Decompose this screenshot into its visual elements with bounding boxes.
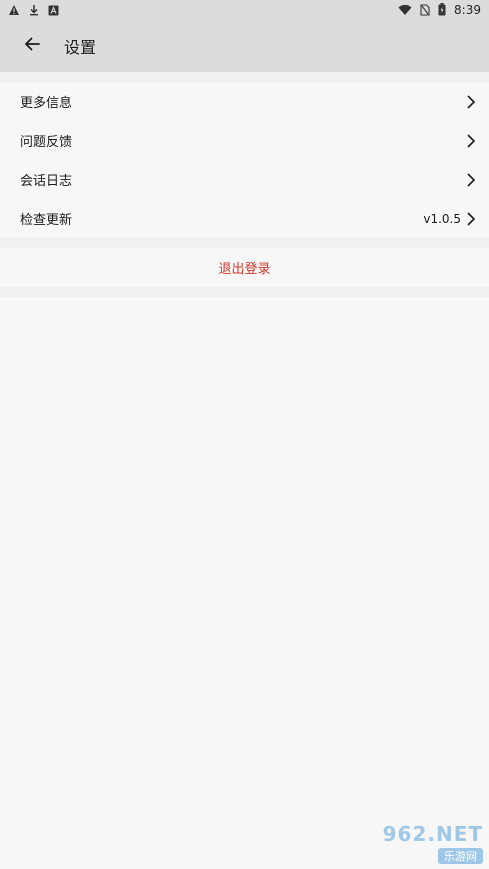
settings-item-label: 问题反馈 (20, 135, 73, 150)
chevron-right-icon (465, 94, 477, 110)
settings-list: 更多信息 问题反馈 会话日志 检查更新 v1.0.5 (0, 82, 489, 238)
content-background (0, 297, 489, 869)
app-notification-icon (48, 1, 59, 20)
no-sim-icon (420, 1, 430, 20)
arrow-left-icon (24, 36, 40, 56)
settings-item-label: 更多信息 (20, 96, 73, 111)
watermark-text: 962.NET (382, 822, 483, 846)
wifi-icon (398, 1, 412, 20)
section-spacer (0, 72, 489, 82)
settings-item-feedback[interactable]: 问题反馈 (0, 121, 489, 160)
settings-item-label: 检查更新 (20, 213, 73, 228)
download-icon (28, 1, 40, 20)
back-button[interactable] (18, 32, 46, 60)
warning-icon (8, 1, 20, 20)
logout-button[interactable]: 退出登录 (0, 248, 489, 287)
settings-item-check-update[interactable]: 检查更新 v1.0.5 (0, 199, 489, 238)
section-spacer (0, 238, 489, 248)
watermark-logo: 962.NET 乐游网 (351, 822, 483, 864)
page-title: 设置 (64, 38, 97, 57)
battery-charging-icon (438, 1, 446, 20)
chevron-right-icon (465, 133, 477, 149)
app-bar: 设置 (0, 20, 489, 72)
status-time: 8:39 (454, 3, 481, 17)
settings-item-more-info[interactable]: 更多信息 (0, 82, 489, 121)
chevron-right-icon (465, 172, 477, 188)
version-value: v1.0.5 (423, 211, 461, 226)
chevron-right-icon (465, 211, 477, 227)
watermark-subtext: 乐游网 (438, 848, 483, 864)
status-bar: 8:39 (0, 0, 489, 20)
settings-item-label: 会话日志 (20, 174, 73, 189)
settings-item-session-log[interactable]: 会话日志 (0, 160, 489, 199)
